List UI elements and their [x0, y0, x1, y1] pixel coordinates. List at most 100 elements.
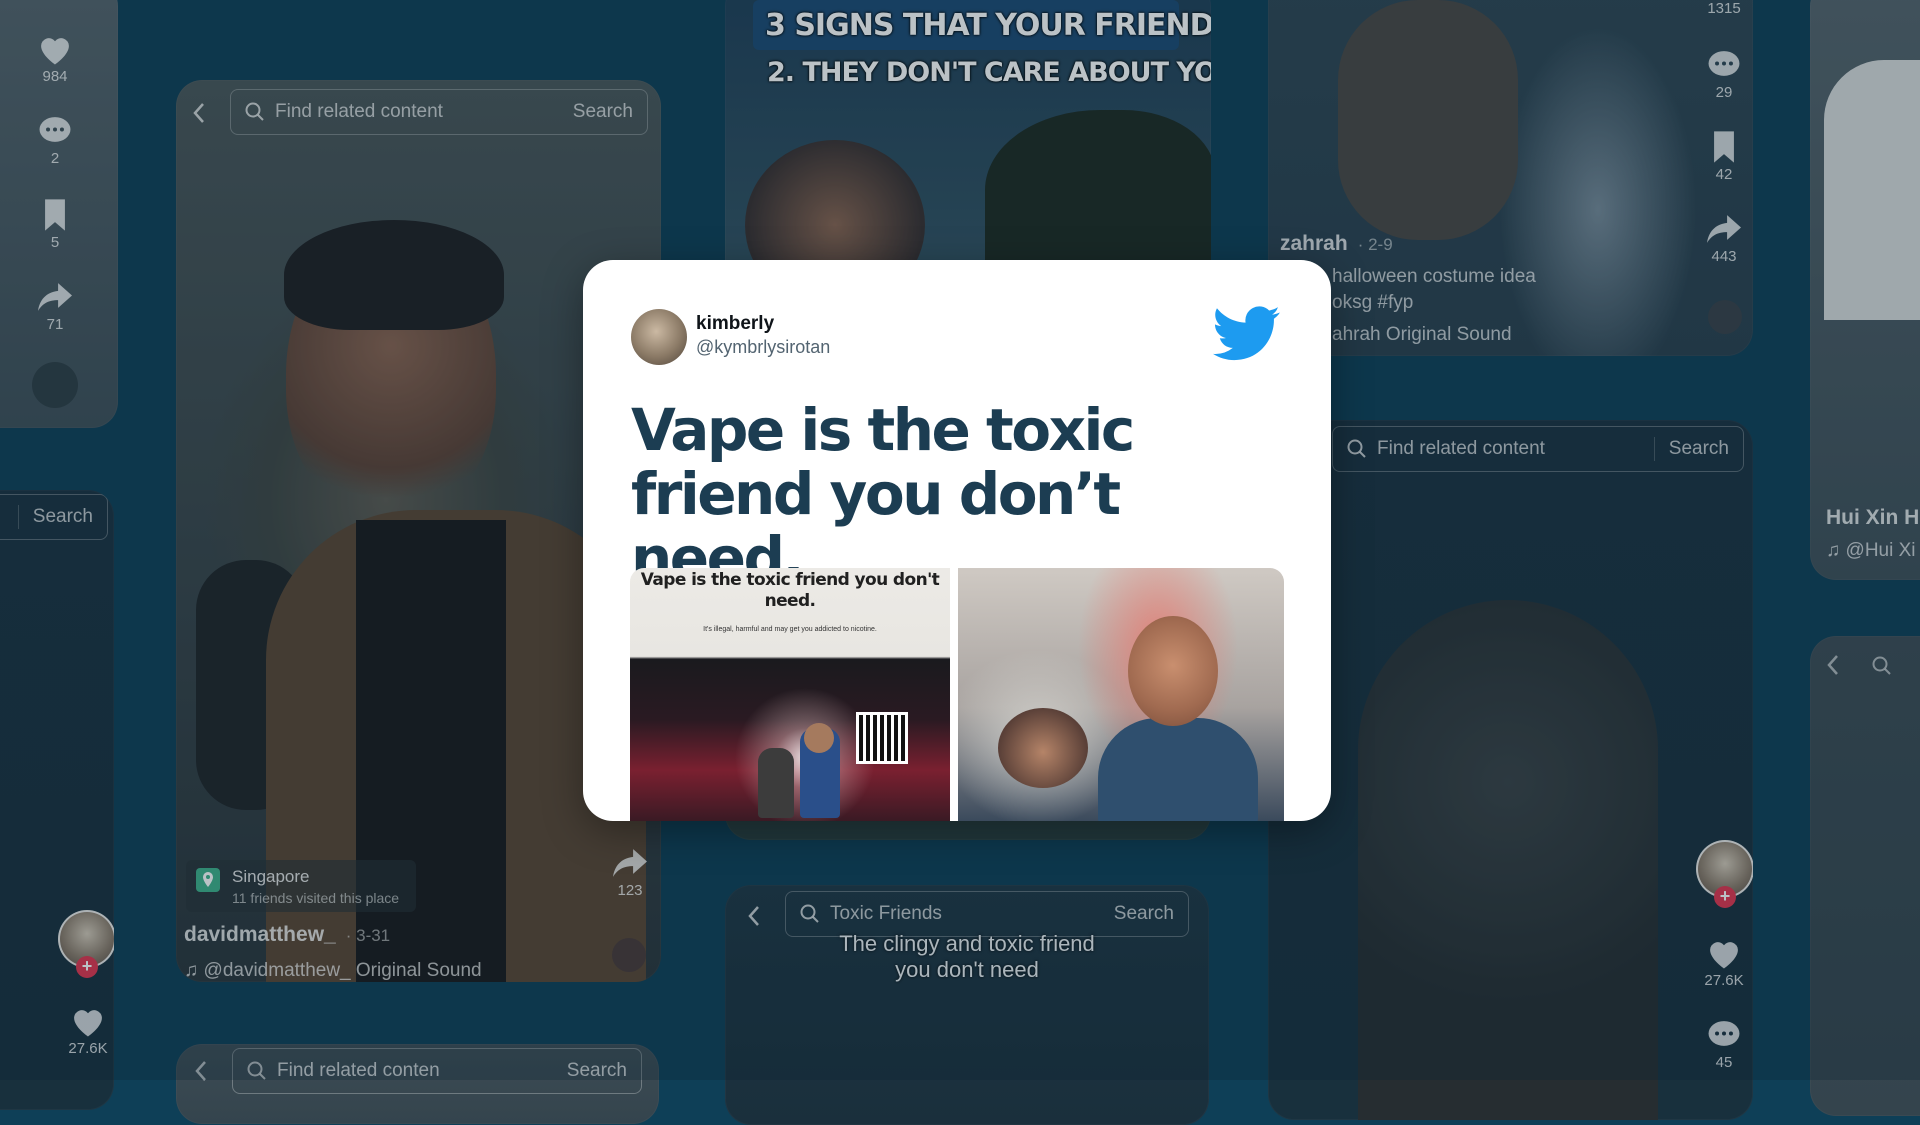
search-bar[interactable]: Find related content Search [1332, 426, 1744, 472]
person-hair [284, 220, 504, 330]
save-action[interactable]: 5 [25, 198, 85, 251]
video-tile-left-bottom[interactable]: Find related conten Search [176, 1044, 659, 1124]
search-button[interactable]: Search [1100, 902, 1188, 926]
caption-text: halloween costume idea [1332, 266, 1536, 287]
search-bar[interactable]: Find related conten Search [232, 1048, 642, 1094]
bookmark-icon [45, 199, 65, 231]
sound-label[interactable]: ♫ @davidmatthew_ Original Sound [184, 960, 482, 982]
share-action[interactable]: 123 [600, 846, 660, 899]
caption-2: you don't need [895, 957, 1039, 982]
shirt [1824, 60, 1920, 320]
sound-label[interactable]: ahrah Original Sound [1332, 324, 1512, 346]
follow-plus-icon[interactable]: + [1714, 886, 1736, 908]
search-bar[interactable]: Find related content Search [230, 89, 648, 135]
search-placeholder: Toxic Friends [830, 903, 942, 924]
search-icon [800, 904, 819, 923]
like-action[interactable]: 1315 [1694, 0, 1753, 17]
poster-title: Vape is the toxic friend you don't need. [640, 570, 940, 611]
caption-hashtags[interactable]: oksg #fyp [1332, 292, 1413, 314]
music-disc [1708, 300, 1742, 334]
comment-action[interactable]: 45 [1694, 1018, 1753, 1071]
tweet-image-closeup[interactable] [958, 568, 1284, 821]
headline-1: 3 SIGNS THAT YOUR FRIEND IS TOXIC [765, 8, 1211, 43]
like-count: 984 [42, 68, 68, 85]
video-tile-hui-xin[interactable]: Hui Xin H ♫ @Hui Xi [1810, 0, 1920, 580]
search-bar[interactable]: Search [0, 494, 108, 540]
post-date: · 2-9 [1357, 235, 1393, 254]
creator-avatar[interactable]: + [58, 910, 114, 978]
back-chevron-icon[interactable] [747, 905, 761, 927]
vape-character-body [1098, 718, 1258, 821]
headline-2: 2. THEY DON'T CARE ABOUT YOUR SAFETY [767, 57, 1211, 88]
comment-action[interactable]: 29 [1694, 48, 1753, 101]
save-count: 5 [50, 234, 60, 251]
location-chip[interactable]: Singapore 11 friends visited this place [186, 860, 416, 912]
back-chevron-icon[interactable] [1826, 654, 1840, 676]
like-count: 27.6K [1704, 972, 1744, 989]
tweet-avatar[interactable] [631, 309, 687, 365]
video-tile-far-left-2[interactable]: Search + 27.6K [0, 490, 114, 1110]
poster-vape-head [804, 723, 834, 753]
poster-subtitle: It's illegal, harmful and may get you ad… [703, 626, 877, 633]
share-icon [38, 283, 72, 311]
video-tile-far-left[interactable]: 984 2 5 71 [0, 0, 118, 428]
search-icon [1872, 656, 1891, 675]
like-action[interactable]: 27.6K [1694, 936, 1753, 989]
video-tile-right-mid[interactable]: Find related content Search + 27.6K 45 [1268, 420, 1753, 1120]
comment-icon [39, 117, 71, 142]
back-chevron-icon[interactable] [192, 102, 206, 124]
share-action[interactable]: 443 [1694, 212, 1753, 265]
heart-icon [74, 1010, 102, 1037]
search-button[interactable]: Search [553, 1059, 641, 1083]
vape-character-face [1128, 616, 1218, 726]
trees [985, 110, 1211, 270]
heart-icon [1710, 942, 1738, 969]
video-tile-toxic-friends[interactable]: Toxic Friends Search The clingy and toxi… [725, 885, 1209, 1125]
creator-username[interactable]: davidmatthew_ · 3-31 [184, 923, 390, 947]
save-action[interactable]: 42 [1694, 130, 1753, 183]
video-tile-far-right-bottom[interactable] [1810, 636, 1920, 1116]
search-button[interactable]: Search [17, 505, 107, 529]
search-button[interactable]: Search [1653, 437, 1743, 461]
shirt [356, 520, 506, 982]
video-tile-zahrah[interactable]: 1315 29 42 443 zahrah · 2-9 halloween cos… [1268, 0, 1753, 356]
comment-count: 29 [1715, 84, 1733, 101]
like-action[interactable]: 27.6K [58, 1004, 114, 1057]
like-action[interactable]: 984 [25, 32, 85, 85]
qr-code [856, 712, 908, 764]
comment-icon [1708, 1021, 1740, 1046]
music-disc [612, 938, 646, 972]
comment-count: 45 [1715, 1054, 1733, 1071]
creator-username[interactable]: zahrah · 2-9 [1280, 232, 1393, 256]
location-name: Singapore [232, 867, 310, 886]
tweet-display-name[interactable]: kimberly [696, 313, 774, 335]
share-count: 71 [46, 316, 64, 333]
search-button[interactable]: Search [559, 100, 647, 124]
person-arm [1338, 0, 1518, 240]
tweet-handle[interactable]: @kymbrlysirotan [696, 337, 830, 358]
sound-label[interactable]: ♫ @Hui Xi [1826, 540, 1916, 562]
tweet-image-poster[interactable]: Vape is the toxic friend you don't need.… [630, 568, 950, 821]
creator-username[interactable]: Hui Xin H [1826, 506, 1919, 530]
share-icon [1707, 215, 1741, 243]
search-placeholder: Find related content [1377, 438, 1545, 459]
save-count: 42 [1715, 166, 1733, 183]
like-count: 27.6K [68, 1040, 108, 1057]
comment-action[interactable]: 2 [25, 114, 85, 167]
share-count: 443 [1711, 248, 1737, 265]
search-placeholder: Find related conten [277, 1060, 440, 1081]
search-icon [245, 102, 264, 121]
like-count: 1315 [1707, 0, 1741, 17]
music-disc [32, 362, 78, 408]
follow-plus-icon[interactable]: + [76, 956, 98, 978]
tweet-card[interactable]: kimberly @kymbrlysirotan Vape is the tox… [583, 260, 1331, 821]
bookmark-icon [1714, 131, 1734, 163]
heart-icon [41, 38, 69, 65]
creator-avatar[interactable]: + [1696, 840, 1753, 908]
share-action[interactable]: 71 [25, 280, 85, 333]
back-chevron-icon[interactable] [194, 1060, 208, 1082]
poster-boy-figure [758, 748, 794, 818]
caption-1: The clingy and toxic friend [839, 931, 1095, 956]
search-icon [247, 1061, 266, 1080]
comment-count: 2 [50, 150, 60, 167]
